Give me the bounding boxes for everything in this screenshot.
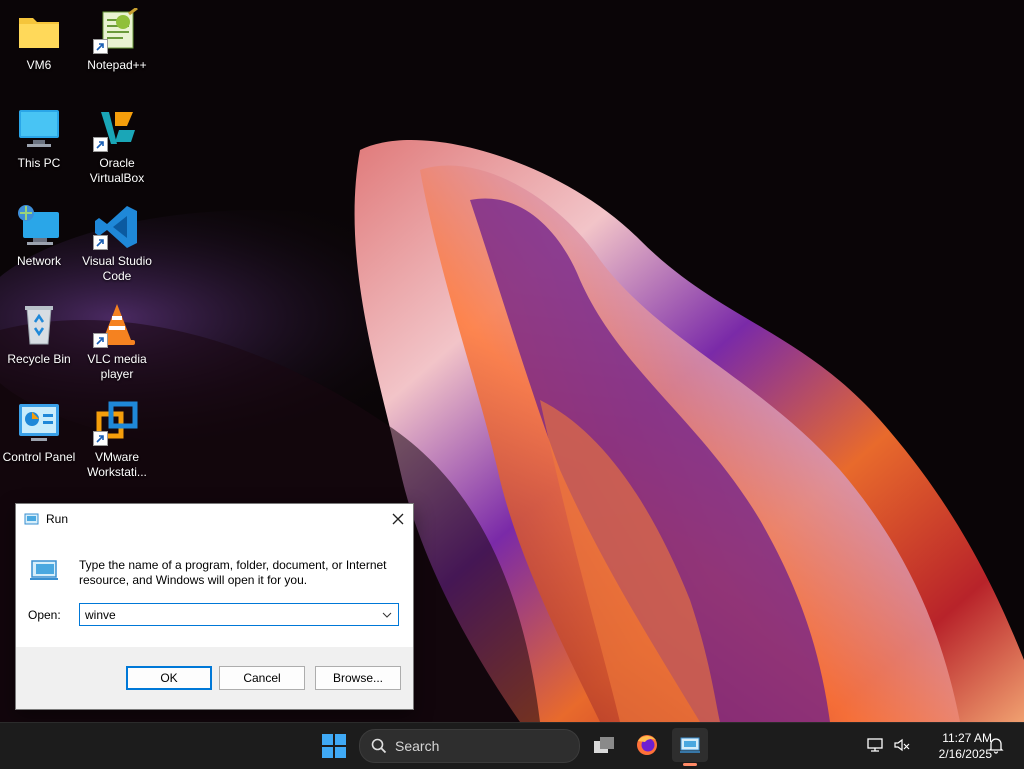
desktop-icon-label: Recycle Bin (7, 352, 71, 366)
open-label: Open: (28, 608, 61, 622)
folder-icon (15, 8, 63, 54)
firefox-icon (637, 735, 657, 755)
taskbar-firefox[interactable] (629, 728, 665, 762)
clock-time: 11:27 AM (942, 731, 992, 745)
monitor-icon (15, 106, 63, 152)
desktop-icon-label: VM6 (26, 58, 52, 72)
shortcut-arrow-icon (93, 431, 108, 446)
desktop-icon-label: VLC media player (87, 352, 147, 381)
tray-network[interactable] (866, 736, 884, 759)
run-dialog-body: Type the name of a program, folder, docu… (16, 534, 413, 647)
desktop-icon-control-panel[interactable]: Control Panel (0, 400, 78, 465)
desktop-icon-label: This PC (17, 156, 61, 170)
desktop-icon-network[interactable]: Network (0, 204, 78, 269)
virtualbox-icon (93, 106, 141, 152)
search-placeholder: Search (395, 738, 440, 754)
notification-bell-icon (988, 738, 1004, 754)
cancel-button[interactable]: Cancel (219, 666, 305, 690)
desktop-icon-label: Network (16, 254, 61, 268)
volume-muted-icon (894, 738, 910, 752)
tray-volume[interactable] (893, 736, 911, 759)
run-dialog: Run Type the name of a program, folder, … (15, 503, 414, 710)
chevron-down-icon (382, 612, 392, 618)
vscode-icon (93, 204, 141, 250)
desktop-icon-visual-studio-code[interactable]: Visual Studio Code (78, 204, 156, 284)
desktop-icon-this-pc[interactable]: This PC (0, 106, 78, 171)
vmware-icon (93, 400, 141, 446)
run-dialog-title: Run (46, 512, 69, 526)
desktop-icon-label: Notepad++ (87, 58, 147, 72)
start-icon (322, 734, 346, 758)
close-icon (392, 513, 404, 525)
close-button[interactable] (383, 504, 413, 534)
start-button[interactable] (320, 732, 348, 760)
notification-button[interactable] (987, 736, 1005, 759)
control-panel-icon (15, 400, 63, 446)
run-icon (680, 737, 700, 753)
desktop-icon-label: VMware Workstati... (87, 450, 147, 479)
run-icon (24, 513, 39, 525)
desktop-icon-vm6[interactable]: VM6 (0, 8, 78, 73)
recycle-bin-icon (15, 302, 63, 348)
taskbar: Search 11:27 AM 2/16/2025 (0, 722, 1024, 769)
shortcut-arrow-icon (93, 333, 108, 348)
browse-button[interactable]: Browse... (315, 666, 401, 690)
network-icon (15, 204, 63, 250)
run-titlebar[interactable]: Run (16, 504, 413, 534)
desktop-icon-vmware-workstation[interactable]: VMware Workstati... (78, 400, 156, 480)
open-input[interactable] (80, 604, 377, 625)
active-app-indicator (683, 763, 697, 766)
desktop-icon-recycle-bin[interactable]: Recycle Bin (0, 302, 78, 367)
shortcut-arrow-icon (93, 137, 108, 152)
desktop-icon-oracle-virtualbox[interactable]: Oracle VirtualBox (78, 106, 156, 186)
dropdown-button[interactable] (376, 604, 398, 625)
search-icon (371, 738, 387, 754)
task-view-icon (594, 737, 614, 753)
clock-date: 2/16/2025 (938, 747, 992, 761)
desktop-icon-vlc-media-player[interactable]: VLC media player (78, 302, 156, 382)
run-description: Type the name of a program, folder, docu… (79, 558, 387, 587)
run-icon (30, 560, 58, 580)
network-icon (867, 738, 883, 752)
shortcut-arrow-icon (93, 235, 108, 250)
notepad-plus-plus-icon (93, 6, 141, 54)
shortcut-arrow-icon (93, 39, 108, 54)
desktop-icon-notepad-plus-plus[interactable]: Notepad++ (78, 6, 156, 73)
desktop-icon-label: Control Panel (2, 450, 76, 464)
task-view-button[interactable] (586, 728, 622, 762)
desktop-icon-label: Oracle VirtualBox (89, 156, 145, 185)
desktop-icon-label: Visual Studio Code (82, 254, 152, 283)
taskbar-clock[interactable]: 11:27 AM 2/16/2025 (918, 730, 992, 762)
ok-button[interactable]: OK (126, 666, 212, 690)
taskbar-search-box[interactable]: Search (359, 729, 580, 763)
taskbar-run[interactable] (672, 728, 708, 762)
vlc-icon (93, 302, 141, 348)
open-combobox[interactable] (79, 603, 399, 626)
